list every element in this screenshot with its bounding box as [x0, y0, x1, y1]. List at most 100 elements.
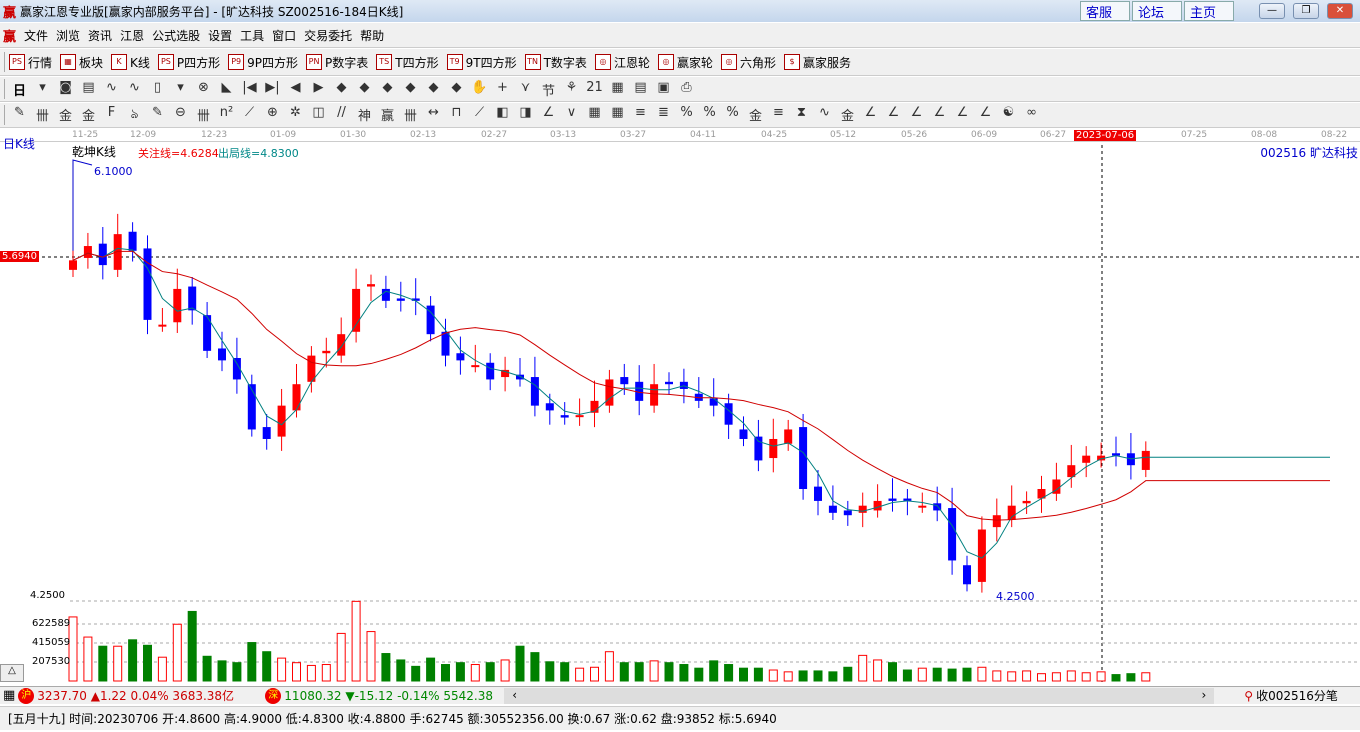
- menu-item[interactable]: 文件: [24, 27, 48, 44]
- menu-item[interactable]: 江恩: [120, 27, 144, 44]
- home-link[interactable]: 主页: [1184, 1, 1234, 21]
- tool-icon[interactable]: ⚘: [561, 80, 582, 99]
- tool-icon[interactable]: n²: [216, 105, 237, 126]
- tool-icon[interactable]: ◨: [515, 105, 536, 126]
- tool-icon[interactable]: ∿: [101, 80, 122, 99]
- tool-icon[interactable]: ▶: [308, 80, 329, 99]
- tool-icon[interactable]: ✎: [9, 105, 30, 126]
- tool-icon[interactable]: ☯: [998, 105, 1019, 126]
- tool-icon[interactable]: ◀: [285, 80, 306, 99]
- toolbar-button[interactable]: ▦ 板块: [60, 54, 103, 71]
- tool-icon[interactable]: ◙: [55, 80, 76, 99]
- tool-icon[interactable]: 金: [837, 105, 858, 126]
- tool-icon[interactable]: ◫: [308, 105, 329, 126]
- tool-icon[interactable]: +: [492, 80, 513, 99]
- service-link[interactable]: 客服: [1080, 1, 1130, 21]
- tool-icon[interactable]: //: [331, 105, 352, 126]
- menu-item[interactable]: 窗口: [272, 27, 296, 44]
- tool-icon[interactable]: ⧗: [791, 105, 812, 126]
- tool-icon[interactable]: 卌: [32, 105, 53, 126]
- toolbar-button[interactable]: K K线: [111, 54, 150, 71]
- tool-icon[interactable]: 神: [354, 105, 375, 126]
- tool-icon[interactable]: ◆: [331, 80, 352, 99]
- tool-icon[interactable]: ∠: [883, 105, 904, 126]
- tool-icon[interactable]: ◧: [492, 105, 513, 126]
- toolbar-button[interactable]: TS T四方形: [376, 54, 439, 71]
- tool-icon[interactable]: 金: [55, 105, 76, 126]
- tool-icon[interactable]: ⟋: [239, 105, 260, 126]
- menu-item[interactable]: 资讯: [88, 27, 112, 44]
- toolbar-button[interactable]: P9 9P四方形: [228, 54, 298, 71]
- tool-icon[interactable]: ∨: [561, 105, 582, 126]
- tool-icon[interactable]: ◆: [377, 80, 398, 99]
- tool-icon[interactable]: 卌: [193, 105, 214, 126]
- forum-link[interactable]: 论坛: [1132, 1, 1182, 21]
- tool-icon[interactable]: ∠: [952, 105, 973, 126]
- toolbar-button[interactable]: ◎ 江恩轮: [594, 54, 650, 71]
- toolbar-button[interactable]: T9 9T四方形: [446, 54, 517, 71]
- tool-icon[interactable]: 21: [584, 80, 605, 99]
- tool-icon[interactable]: ▤: [630, 80, 651, 99]
- tool-icon[interactable]: ◆: [423, 80, 444, 99]
- tool-icon[interactable]: %: [676, 105, 697, 126]
- tool-icon[interactable]: %: [699, 105, 720, 126]
- tool-icon[interactable]: ∿: [814, 105, 835, 126]
- tool-icon[interactable]: ↔: [423, 105, 444, 126]
- tool-icon[interactable]: |◀: [239, 80, 260, 99]
- expand-panel-button[interactable]: △: [0, 664, 24, 682]
- tool-icon[interactable]: %: [722, 105, 743, 126]
- minimize-button[interactable]: —: [1259, 3, 1285, 19]
- tool-icon[interactable]: ∞: [1021, 105, 1042, 126]
- tool-icon[interactable]: ⊖: [170, 105, 191, 126]
- tool-icon[interactable]: ⊗: [193, 80, 214, 99]
- tool-icon[interactable]: ∠: [860, 105, 881, 126]
- scroll-right-icon[interactable]: ›: [1201, 688, 1206, 704]
- tool-icon[interactable]: ✎: [147, 105, 168, 126]
- shenzhen-index[interactable]: 11080.32 ▼-15.12 -0.14% 5542.38: [284, 689, 504, 703]
- shanghai-index[interactable]: 3237.70 ▲1.22 0.04% 3683.38亿: [37, 687, 262, 704]
- tool-icon[interactable]: ▶|: [262, 80, 283, 99]
- menu-item[interactable]: 公式选股: [152, 27, 200, 44]
- tool-icon[interactable]: ▦: [584, 105, 605, 126]
- tool-icon[interactable]: ▦: [607, 105, 628, 126]
- tool-icon[interactable]: ⊕: [262, 105, 283, 126]
- tool-icon[interactable]: ∠: [538, 105, 559, 126]
- tool-icon[interactable]: 金: [745, 105, 766, 126]
- scroll-left-icon[interactable]: ‹: [512, 688, 517, 704]
- tool-icon[interactable]: 金: [78, 105, 99, 126]
- kline-chart[interactable]: [0, 129, 1360, 685]
- toolbar-button[interactable]: PS P四方形: [157, 54, 220, 71]
- tool-icon[interactable]: ⋎: [515, 80, 536, 99]
- toolbar-button[interactable]: TN T数字表: [524, 54, 587, 71]
- tool-icon[interactable]: F: [101, 105, 122, 126]
- tool-icon[interactable]: ▦: [607, 80, 628, 99]
- tool-icon[interactable]: ∿: [124, 80, 145, 99]
- tool-icon[interactable]: ◣: [216, 80, 237, 99]
- tool-icon[interactable]: ◆: [400, 80, 421, 99]
- tool-icon[interactable]: ∠: [929, 105, 950, 126]
- tool-icon[interactable]: ঌ: [124, 105, 145, 126]
- tick-detail-label[interactable]: 收002516分笔: [1256, 687, 1338, 704]
- tool-icon[interactable]: ∠: [906, 105, 927, 126]
- menu-item[interactable]: 交易委托: [304, 27, 352, 44]
- tool-icon[interactable]: ≣: [653, 105, 674, 126]
- maximize-button[interactable]: ❐: [1293, 3, 1319, 19]
- toolbar-button[interactable]: PN P数字表: [306, 54, 368, 71]
- tool-icon[interactable]: ⟋: [469, 105, 490, 126]
- menu-item[interactable]: 工具: [240, 27, 264, 44]
- tool-icon[interactable]: ∠: [975, 105, 996, 126]
- tool-icon[interactable]: ✲: [285, 105, 306, 126]
- tool-icon[interactable]: 卌: [400, 105, 421, 126]
- tool-icon[interactable]: ▾: [170, 80, 191, 99]
- menu-item[interactable]: 帮助: [360, 27, 384, 44]
- close-button[interactable]: ✕: [1327, 3, 1353, 19]
- period-selector[interactable]: 日: [9, 80, 30, 99]
- tool-icon[interactable]: ⎙: [676, 80, 697, 99]
- menu-item[interactable]: 浏览: [56, 27, 80, 44]
- tool-icon[interactable]: ✋: [469, 80, 490, 99]
- tool-icon[interactable]: ▾: [32, 80, 53, 99]
- tool-icon[interactable]: ▣: [653, 80, 674, 99]
- tool-icon[interactable]: 节: [538, 80, 559, 99]
- toolbar-button[interactable]: ◎ 赢家轮: [657, 54, 713, 71]
- toolbar-button[interactable]: PS 行情: [9, 54, 52, 71]
